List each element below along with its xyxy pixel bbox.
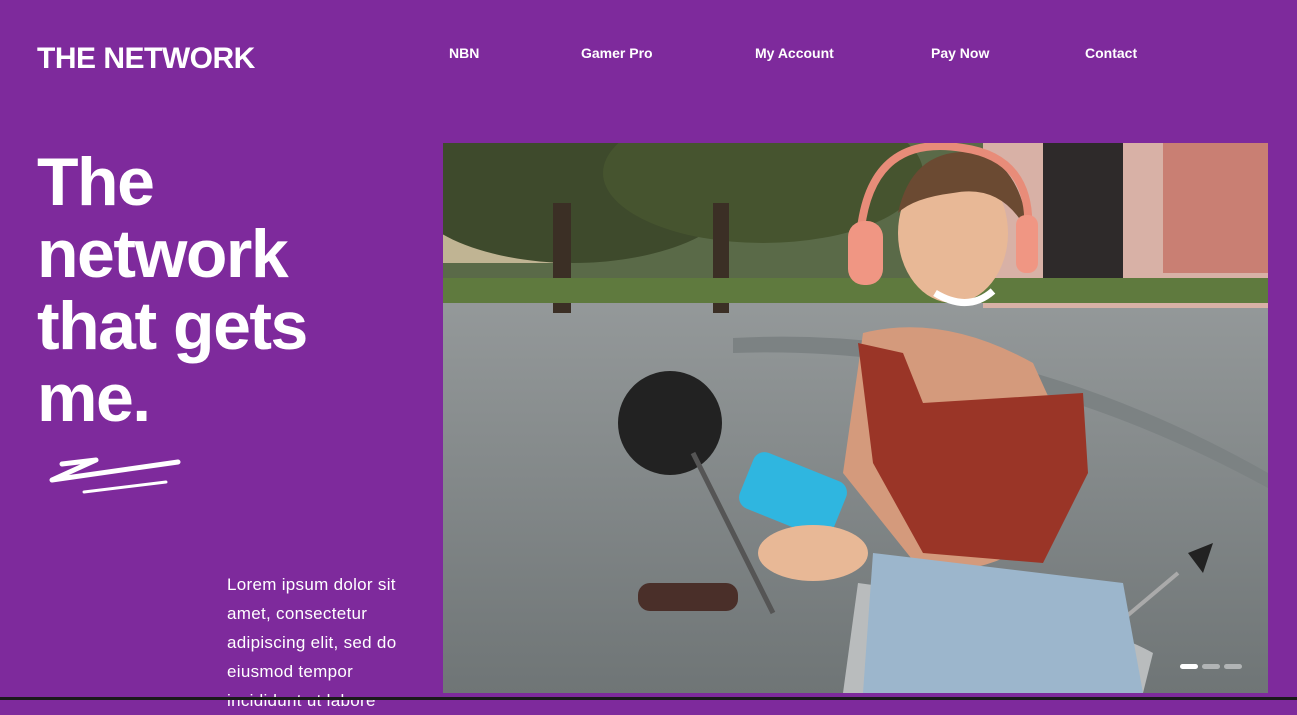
brush-stroke-decoration [49,457,181,494]
carousel-indicators [1180,664,1242,669]
carousel-dot[interactable] [1224,664,1242,669]
hero-photo-illustration [443,143,1268,693]
headline-line: network [37,216,289,292]
carousel-dot[interactable] [1180,664,1198,669]
headline-line: that gets [37,288,308,364]
nav-item-gamer-pro[interactable]: Gamer Pro [581,45,653,61]
headline-line: me. [37,360,151,436]
carousel-dot[interactable] [1202,664,1220,669]
hero-image [443,143,1268,693]
hero-body-text: Lorem ipsum dolor sit amet, consectetur … [227,575,397,710]
nav-item-contact[interactable]: Contact [1085,45,1137,61]
brand-logo[interactable]: THE NETWORK [37,42,255,76]
hero-headline: The network that gets me. [37,146,417,434]
nav-item-nbn[interactable]: NBN [449,45,479,61]
headline-line: The [37,144,155,220]
nav-item-pay-now[interactable]: Pay Now [931,45,989,61]
nav-item-my-account[interactable]: My Account [755,45,834,61]
